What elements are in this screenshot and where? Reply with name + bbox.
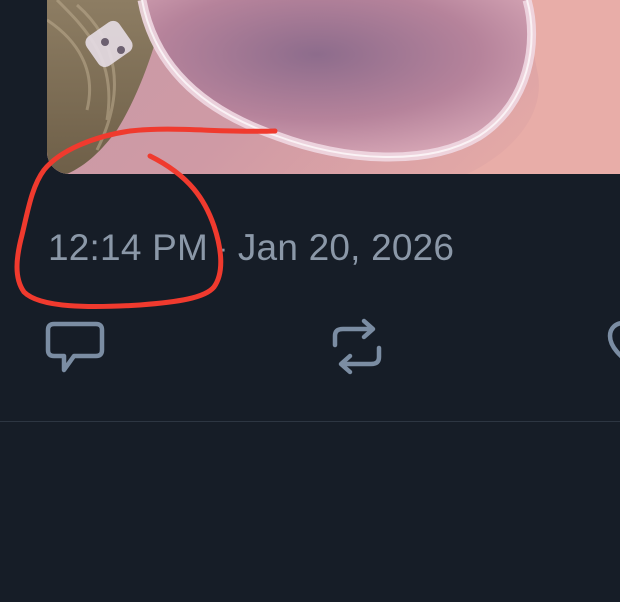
tweet-time: 12:14 PM: [48, 227, 208, 268]
retweet-button[interactable]: [326, 316, 388, 378]
tweet-media-image[interactable]: [47, 0, 620, 174]
separator-dot: ·: [218, 232, 228, 263]
heart-icon: [607, 321, 620, 359]
divider: [0, 421, 620, 422]
reply-button[interactable]: [44, 316, 106, 378]
photo-glasses-face: [47, 0, 620, 174]
tweet-date: Jan 20, 2026: [237, 227, 455, 268]
tweet-timestamp[interactable]: 12:14 PM · Jan 20, 2026: [48, 226, 454, 270]
like-button[interactable]: [604, 316, 620, 378]
retweet-icon: [332, 318, 382, 375]
reply-icon: [45, 321, 105, 373]
